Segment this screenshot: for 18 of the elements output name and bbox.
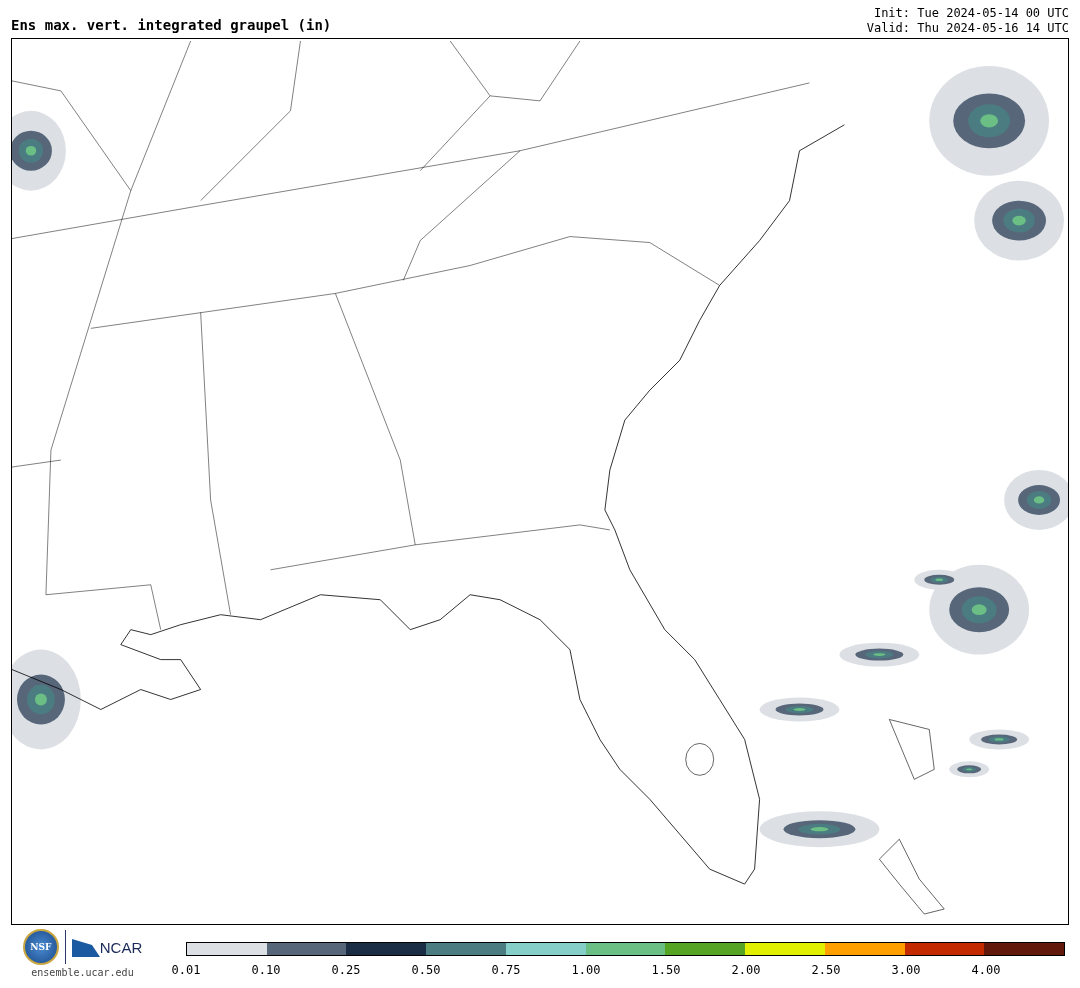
colorbar-tick-label: 0.10 xyxy=(250,963,282,977)
init-time: Init: Tue 2024-05-14 00 UTC xyxy=(873,6,1069,21)
colorbar-tick-label: 0.50 xyxy=(410,963,442,977)
nsf-logo: NSF xyxy=(22,929,59,965)
ncar-swoosh-icon xyxy=(71,937,100,957)
ncar-logo: NCAR xyxy=(99,938,143,956)
colorbar-tick-label: 1.50 xyxy=(650,963,682,977)
colorbar-tick-label: 0.01 xyxy=(170,963,202,977)
colorbar-tick-label: 0.75 xyxy=(490,963,522,977)
colorbar-tick-label: 3.00 xyxy=(890,963,922,977)
chart-title: Ens max. vert. integrated graupel (in) xyxy=(11,17,332,35)
colorbar-tick-label: 0.25 xyxy=(330,963,362,977)
valid-time: Valid: Thu 2024-05-16 14 UTC xyxy=(866,21,1069,36)
colorbar-tick-label: 2.00 xyxy=(730,963,762,977)
colorbar-tick-label: 2.50 xyxy=(810,963,842,977)
website-url: ensemble.ucar.edu xyxy=(31,967,134,978)
colorbar-tick-label: 4.00 xyxy=(970,963,1002,977)
colorbar-tick-label: 1.00 xyxy=(570,963,602,977)
